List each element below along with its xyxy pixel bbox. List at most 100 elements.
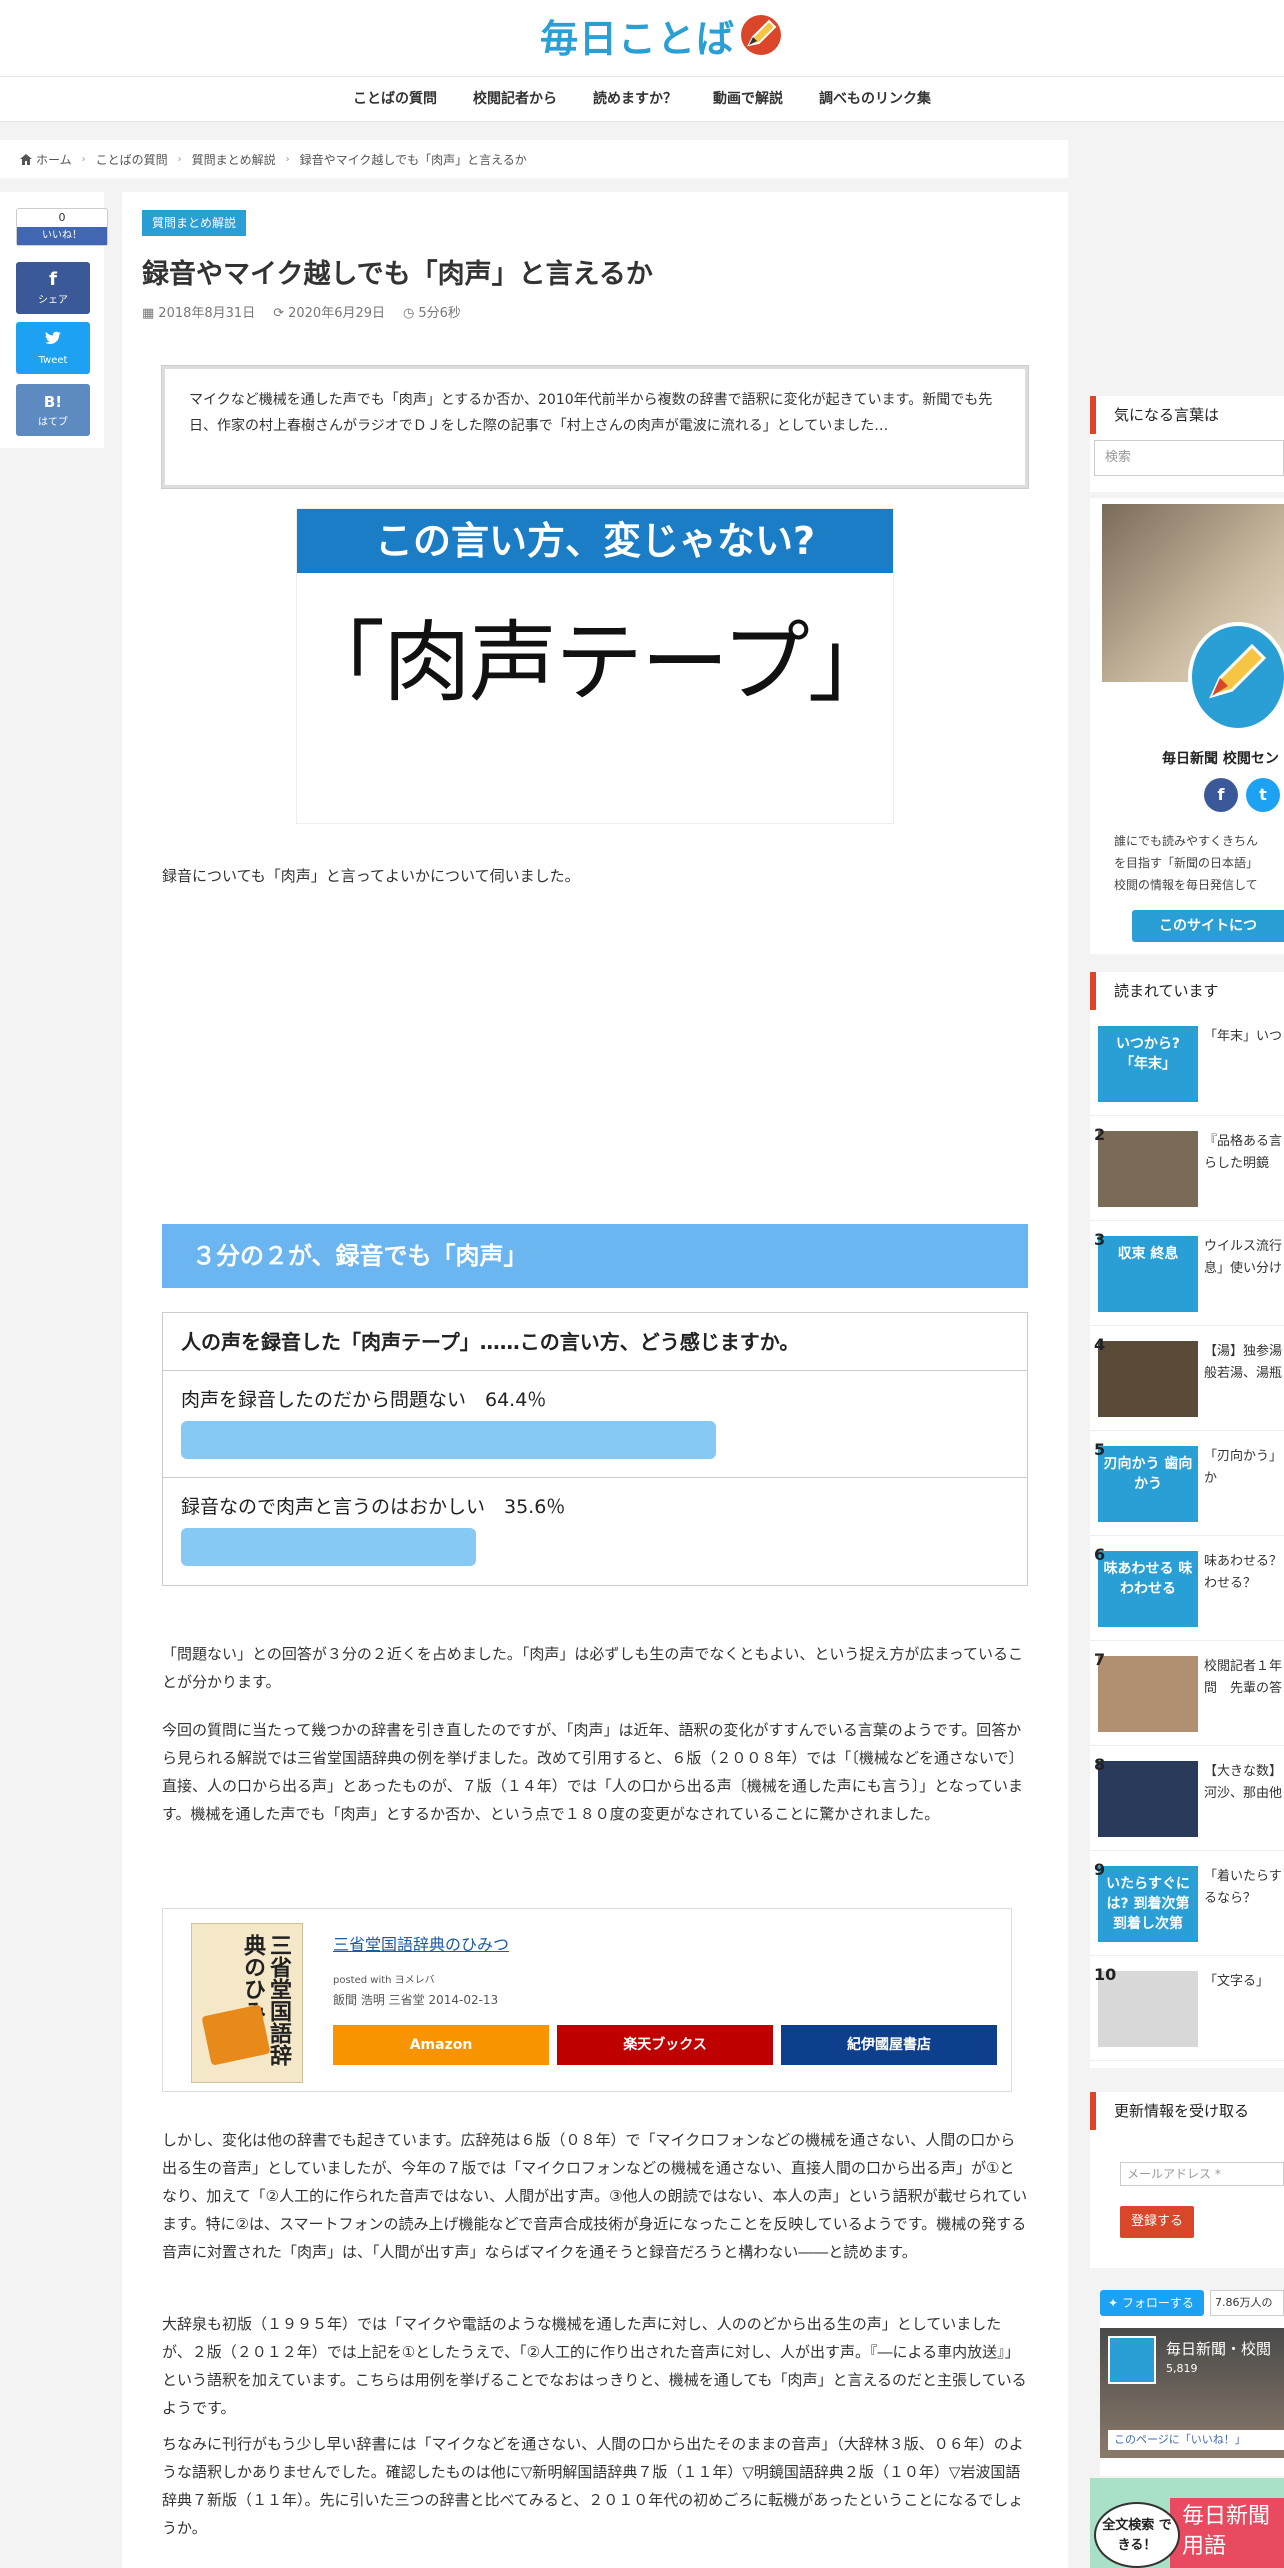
ranking-item[interactable]: 7 校閲記者１年 問 先輩の答 (1090, 1646, 1284, 1746)
nav-item-from-editors[interactable]: 校閲記者から (455, 77, 575, 121)
ranking-thumbnail[interactable] (1098, 1656, 1198, 1732)
search-input[interactable]: 検索 (1094, 440, 1284, 476)
ranking-title[interactable]: ウイルス流行 息」使い分け (1204, 1236, 1284, 1280)
register-button[interactable]: 登録する (1120, 2206, 1194, 2238)
profile-avatar (1188, 622, 1284, 732)
breadcrumb: ホーム › ことばの質問 › 質問まとめ解説 › 録音やマイク越しでも「肉声」と… (0, 140, 1068, 178)
survey-option: 録音なので肉声と言うのはおかしい 35.6％ (163, 1478, 1027, 1585)
ranking-number: 8 (1094, 1755, 1106, 1774)
book-title-link[interactable]: 三省堂国語辞典のひみつ (333, 1931, 509, 1955)
ranking-title[interactable]: 【大きな数】 河沙、那由他 (1204, 1761, 1284, 1805)
subscribe-heading: 更新情報を受け取る (1090, 2092, 1284, 2130)
full-text-search-badge: 全文検索 できる！ (1094, 2502, 1180, 2568)
ranking-number: 9 (1094, 1860, 1106, 1879)
twitter-share-button[interactable]: Tweet (16, 322, 90, 374)
ranking-title[interactable]: 「文字る」 (1204, 1971, 1284, 1993)
facebook-icon[interactable]: f (1204, 778, 1238, 812)
ranking-title[interactable]: 「年末」いつ (1204, 1026, 1284, 1048)
ranking-item[interactable]: 2 『品格ある言 らした明鏡 (1090, 1121, 1284, 1221)
profile-name: 毎日新聞 校閲セン (1162, 751, 1279, 767)
fb-page-cover[interactable]: 毎日新聞・校閲 5,819 このページに「いいね！」 (1100, 2328, 1284, 2458)
ranking-thumbnail[interactable]: 味あわせる 味わわせる (1098, 1551, 1198, 1627)
fb-page-likes: 5,819 (1166, 2362, 1198, 2375)
article-meta: ▦ 2018年8月31日 ⟳ 2020年6月29日 ◷ 5分6秒 (142, 302, 461, 321)
fb-page-name: 毎日新聞・校閲 (1166, 2340, 1272, 2358)
paragraph-4: しかし、変化は他の辞書でも起きています。広辞苑は６版（０８年）で「マイクロフォン… (162, 2131, 1028, 2261)
ranking-number: 6 (1094, 1545, 1106, 1564)
nav-item-links[interactable]: 調べものリンク集 (801, 77, 949, 121)
email-field[interactable]: メールアドレス * (1120, 2162, 1284, 2186)
ranking-item[interactable]: 刃向かう 歯向かう 5 「刃向かう」 か (1090, 1436, 1284, 1536)
breadcrumb-home[interactable]: ホーム (36, 151, 72, 168)
hatena-bookmark-icon: B! (43, 393, 63, 411)
ranking-item[interactable]: 8 【大きな数】 河沙、那由他 (1090, 1751, 1284, 1851)
kinokuniya-button[interactable]: 紀伊國屋書店 (781, 2025, 997, 2065)
read-time: ◷ 5分6秒 (403, 306, 461, 321)
ranking-number: 10 (1094, 1965, 1117, 1984)
fb-like-widget[interactable]: 0 いいね！ (16, 208, 108, 246)
ranking-title[interactable]: 味あわせる？ わせる？ (1204, 1551, 1284, 1595)
facebook-share-button[interactable]: f シェア (16, 262, 90, 314)
ranking-thumbnail[interactable]: いつから?「年末」 (1098, 1026, 1198, 1102)
ranking-title[interactable]: 『品格ある言 らした明鏡 (1204, 1131, 1284, 1175)
ranking-item[interactable]: 収束 終息 3 ウイルス流行 息」使い分け (1090, 1226, 1284, 1326)
follower-count: 7.86万人の (1210, 2290, 1284, 2316)
amazon-button[interactable]: Amazon (333, 2025, 549, 2065)
survey-result: 人の声を録音した「肉声テープ」……この言い方、どう感じますか。 肉声を録音したの… (162, 1312, 1028, 1586)
ranking-thumbnail[interactable]: 刃向かう 歯向かう (1098, 1446, 1198, 1522)
fb-page-avatar (1108, 2336, 1156, 2384)
bottom-banner[interactable]: 毎日新聞 用語 全文検索 できる！ (1090, 2478, 1284, 2568)
paragraph-2: 「問題ない」との回答が３分の２近くを占めました。「肉声」は必ずしも生の声でなくと… (162, 1645, 1024, 1691)
ranking-thumbnail[interactable]: 収束 終息 (1098, 1236, 1198, 1312)
twitter-icon[interactable]: t (1246, 778, 1280, 812)
book-cover-image[interactable]: 三省堂国語辞典のひみつ (191, 1923, 303, 2083)
about-site-button[interactable]: このサイトにつ (1132, 910, 1284, 942)
survey-bar (181, 1421, 716, 1459)
ranking-thumbnail[interactable] (1098, 1131, 1198, 1207)
calendar-icon: ▦ (142, 306, 155, 321)
ranking-item[interactable]: 10 「文字る」 (1090, 1961, 1284, 2061)
site-logo[interactable]: 毎日ことば (540, 10, 783, 61)
nav-item-questions[interactable]: ことばの質問 (335, 77, 455, 121)
rakuten-button[interactable]: 楽天ブックス (557, 2025, 773, 2065)
category-label[interactable]: 質問まとめ解説 (142, 210, 247, 236)
survey-question: 人の声を録音した「肉声テープ」……この言い方、どう感じますか。 (163, 1313, 1027, 1371)
search-heading: 気になる言葉は (1090, 396, 1284, 434)
fb-page-like-button[interactable]: このページに「いいね！」 (1108, 2430, 1284, 2450)
ranking-item[interactable]: いたらすぐには? 到着次第 到着し次第 9 「着いたらす るなら？ (1090, 1856, 1284, 1956)
sidebar-search-widget: 気になる言葉は 検索 (1090, 396, 1284, 492)
twitter-follow-button[interactable]: ✦ フォローする (1100, 2290, 1204, 2316)
ranking-title[interactable]: 【湯】独参湯 般若湯、湯瓶 (1204, 1341, 1284, 1385)
breadcrumb-category[interactable]: 質問まとめ解説 (192, 151, 276, 168)
hatena-bookmark-button[interactable]: B! はてブ (16, 384, 90, 436)
pencil-icon (739, 13, 783, 57)
ranking-thumbnail[interactable]: いたらすぐには? 到着次第 到着し次第 (1098, 1866, 1198, 1942)
chevron-right-icon: › (285, 153, 290, 165)
nav-item-can-you-read[interactable]: 読めますか？ (575, 77, 695, 121)
logo-text: 毎日ことば (540, 16, 736, 61)
ranking-title[interactable]: 「刃向かう」 か (1204, 1446, 1284, 1490)
like-button[interactable]: いいね！ (17, 227, 107, 245)
nav-item-videos[interactable]: 動画で解説 (695, 77, 801, 121)
survey-option: 肉声を録音したのだから問題ない 64.4％ (163, 1371, 1027, 1478)
article-summary: マイクなど機械を通した声でも「肉声」とするか否か、2010年代前半から複数の辞書… (162, 366, 1028, 488)
book-info: 飯間 浩明 三省堂 2014-02-13 (333, 1993, 499, 2007)
sidebar-profile-widget: 毎日新聞 校閲セン f t 誰にでも読みやすくきちん を目指す「新聞の日本語」 … (1090, 498, 1284, 954)
ranking-number: 4 (1094, 1335, 1106, 1354)
refresh-icon: ⟳ (273, 306, 285, 321)
eyecatch-main-text: 「肉声テープ」 (297, 611, 896, 714)
ranking-item[interactable]: 味あわせる 味わわせる 6 味あわせる？ わせる？ (1090, 1541, 1284, 1641)
ranking-thumbnail[interactable] (1098, 1341, 1198, 1417)
ranking-item[interactable]: いつから?「年末」 「年末」いつ (1090, 1016, 1284, 1116)
ranking-item[interactable]: 4 【湯】独参湯 般若湯、湯瓶 (1090, 1331, 1284, 1431)
home-icon (20, 153, 32, 165)
ranking-title[interactable]: 「着いたらす るなら？ (1204, 1866, 1284, 1910)
chevron-right-icon: › (81, 153, 86, 165)
ranking-thumbnail[interactable] (1098, 1761, 1198, 1837)
breadcrumb-questions[interactable]: ことばの質問 (96, 151, 168, 168)
sidebar-subscribe-widget: 更新情報を受け取る メールアドレス * 登録する (1090, 2092, 1284, 2268)
sidebar-ranking-widget: 読まれています いつから?「年末」 「年末」いつ 2 『品格ある言 らした明鏡 収束 終… (1090, 972, 1284, 2068)
ranking-title[interactable]: 校閲記者１年 問 先輩の答 (1204, 1656, 1284, 1700)
paragraph-intro: 録音についても「肉声」と言ってよいかについて伺いました。 (162, 867, 580, 885)
bottom-banner-text: 毎日新聞 用語 (1170, 2498, 1284, 2568)
